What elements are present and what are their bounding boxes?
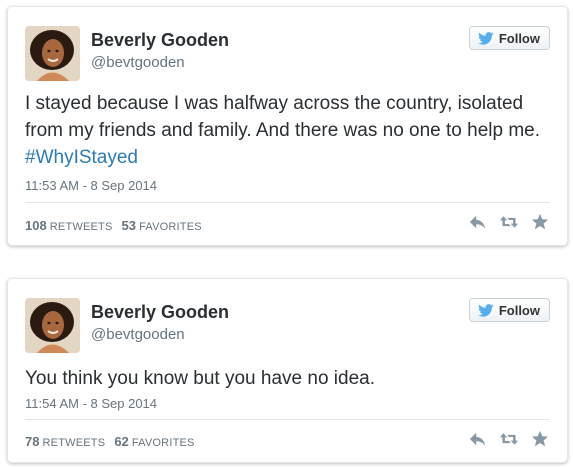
- favorites-count[interactable]: 53: [122, 218, 136, 233]
- tweet-text-body: You think you know but you have no idea.: [25, 368, 375, 389]
- tweet-text: You think you know but you have no idea.: [25, 365, 553, 392]
- favorite-icon[interactable]: [531, 213, 549, 231]
- tweet-text: I stayed because I was halfway across th…: [25, 90, 553, 171]
- tweet-card: Beverly Gooden @bevtgooden Follow You th…: [7, 278, 568, 463]
- author-handle[interactable]: @bevtgooden: [91, 326, 185, 343]
- twitter-bird-icon: [477, 303, 494, 317]
- author-handle[interactable]: @bevtgooden: [91, 54, 185, 71]
- author-name[interactable]: Beverly Gooden: [91, 302, 229, 323]
- follow-label: Follow: [498, 30, 540, 46]
- embedded-tweets-page: Beverly Gooden @bevtgooden Follow I stay…: [0, 0, 573, 467]
- favorites-label[interactable]: FAVORITES: [139, 221, 202, 233]
- follow-button[interactable]: Follow: [468, 26, 550, 50]
- tweet-header: Beverly Gooden @bevtgooden Follow: [25, 298, 550, 354]
- reply-icon[interactable]: [469, 430, 487, 448]
- retweets-count[interactable]: 108: [25, 218, 47, 233]
- retweets-count[interactable]: 78: [25, 434, 39, 449]
- twitter-bird-icon: [477, 31, 494, 45]
- divider: [25, 419, 550, 420]
- retweet-icon[interactable]: [500, 430, 518, 448]
- tweet-header: Beverly Gooden @bevtgooden Follow: [25, 26, 550, 82]
- reply-icon[interactable]: [469, 213, 487, 231]
- follow-button[interactable]: Follow: [468, 298, 550, 322]
- retweet-icon[interactable]: [500, 213, 518, 231]
- avatar[interactable]: [25, 298, 80, 353]
- tweet-card: Beverly Gooden @bevtgooden Follow I stay…: [7, 6, 568, 246]
- retweets-label[interactable]: RETWEETS: [50, 221, 113, 233]
- tweet-stats: 78 RETWEETS 62 FAVORITES: [25, 434, 201, 449]
- divider: [25, 202, 550, 203]
- retweets-label[interactable]: RETWEETS: [43, 437, 106, 449]
- tweet-stats: 108 RETWEETS 53 FAVORITES: [25, 218, 208, 233]
- tweet-timestamp[interactable]: 11:54 AM - 8 Sep 2014: [25, 396, 157, 411]
- follow-label: Follow: [498, 302, 540, 318]
- tweet-actions: [469, 430, 549, 448]
- favorite-icon[interactable]: [531, 430, 549, 448]
- tweet-timestamp[interactable]: 11:53 AM - 8 Sep 2014: [25, 178, 157, 193]
- author-name[interactable]: Beverly Gooden: [91, 30, 229, 51]
- tweet-actions: [469, 213, 549, 231]
- favorites-count[interactable]: 62: [114, 434, 128, 449]
- avatar[interactable]: [25, 26, 80, 81]
- tweet-text-body: I stayed because I was halfway across th…: [25, 93, 541, 141]
- hashtag-link[interactable]: #WhyIStayed: [25, 147, 138, 168]
- favorites-label[interactable]: FAVORITES: [132, 437, 195, 449]
